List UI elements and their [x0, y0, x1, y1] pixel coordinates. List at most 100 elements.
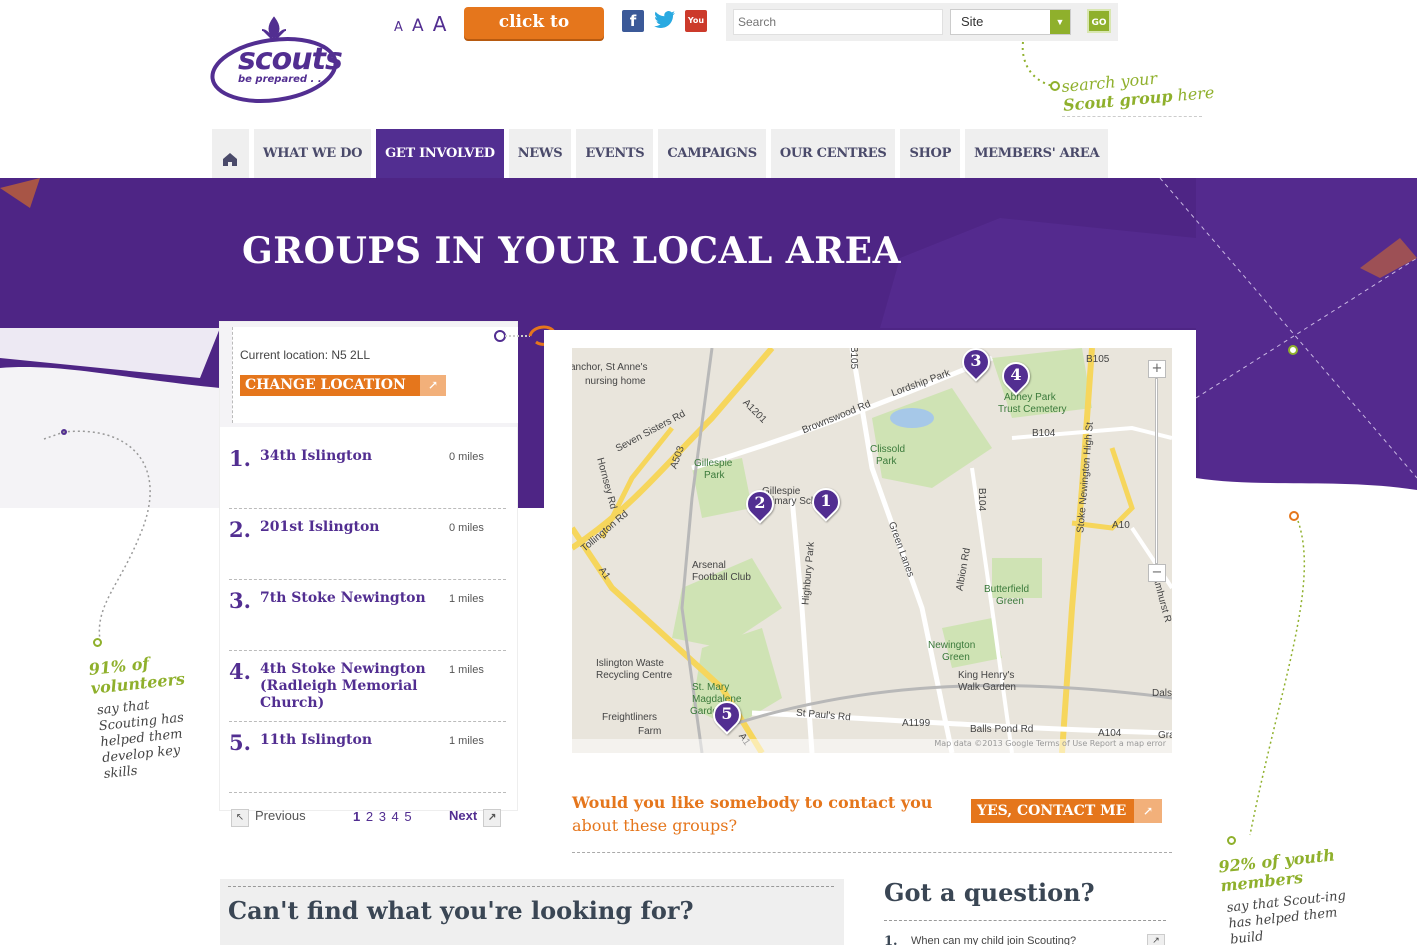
cant-find-heading: Can't find what you're looking for?: [228, 896, 694, 925]
right-dotted-trail: [1249, 511, 1306, 836]
map-marker-2[interactable]: 2: [740, 484, 780, 526]
map-label: Park: [876, 456, 897, 467]
result-name[interactable]: 7th Stoke Newington: [260, 590, 430, 607]
font-size-small[interactable]: A: [394, 20, 403, 35]
map-label: anchor, St Anne's: [572, 362, 648, 373]
nav-our-centres[interactable]: OUR CENTRES: [770, 129, 896, 182]
marker-number: 3: [970, 351, 982, 370]
result-distance: 0 miles: [449, 522, 484, 534]
stat-right-small: say that Scout-ing has helped them build: [1226, 888, 1347, 945]
search-group-note: search your Scout group here: [1061, 63, 1224, 115]
result-distance: 1 miles: [449, 664, 484, 676]
facebook-icon[interactable]: f: [622, 10, 644, 32]
nav-members-area[interactable]: MEMBERS' AREA: [965, 129, 1109, 182]
map-label: Trust Cemetery: [998, 404, 1067, 415]
change-location-label: CHANGE LOCATION: [245, 377, 406, 393]
nav-news[interactable]: NEWS: [508, 129, 572, 182]
list-item[interactable]: 5. 11th Islington 1 miles: [229, 722, 506, 793]
next-label: Next: [449, 808, 478, 823]
stat-dot: [1227, 836, 1236, 845]
map-label: Freightliners: [602, 712, 658, 723]
result-name[interactable]: 201st Islington: [260, 519, 430, 536]
site-scope-select[interactable]: Site ▼: [950, 9, 1071, 35]
logo-text: scouts: [238, 42, 343, 77]
map-label: nursing home: [585, 376, 646, 387]
location-box-rule: [232, 327, 233, 423]
marker-number: 5: [721, 704, 733, 723]
next-page-button[interactable]: Next ↗: [449, 808, 502, 827]
map-label: Recycling Centre: [596, 670, 673, 681]
result-number: 3.: [229, 588, 251, 613]
result-name[interactable]: 34th Islington: [260, 448, 430, 465]
nav-events[interactable]: EVENTS: [576, 129, 654, 182]
nav-get-involved[interactable]: GET INVOLVED: [376, 129, 504, 182]
other-pages[interactable]: 2 3 4 5: [366, 809, 413, 824]
map-label: King Henry's: [958, 670, 1015, 681]
scouts-logo[interactable]: scouts be prepared . . .: [210, 14, 350, 106]
map-marker-5[interactable]: 5: [707, 695, 747, 737]
result-name[interactable]: 4th Stoke Newington (Radleigh Memorial C…: [260, 661, 430, 712]
map-zoom-control: + −: [1148, 360, 1166, 582]
donate-button[interactable]: click to donate: [464, 7, 604, 62]
site-select-value: Site: [961, 14, 984, 29]
search-note-rest: here: [1171, 82, 1216, 106]
search-go-button[interactable]: GO: [1087, 9, 1111, 33]
chevron-down-icon: ▼: [1050, 10, 1070, 34]
list-item[interactable]: 1. 34th Islington 0 miles: [229, 438, 506, 509]
list-item[interactable]: 2. 201st Islington 0 miles: [229, 509, 506, 580]
page-numbers[interactable]: 1 2 3 4 5: [353, 809, 413, 824]
map-label: St. Mary: [692, 682, 730, 693]
map-label: Arsenal: [692, 560, 726, 571]
map-label: Farm: [638, 726, 662, 737]
groups-map[interactable]: anchor, St Anne's nursing home Seven Sis…: [572, 348, 1172, 753]
map-label: Football Club: [692, 572, 751, 583]
arrow-up-right-icon[interactable]: ↗: [1147, 934, 1165, 945]
map-label: Islington Waste: [596, 658, 664, 669]
arrow-up-right-icon: ↗: [483, 809, 502, 827]
faq-number: 1.: [884, 934, 898, 945]
font-size-large[interactable]: A: [433, 12, 447, 36]
arrow-up-right-icon: ↗: [1134, 799, 1162, 823]
list-item[interactable]: 4. 4th Stoke Newington (Radleigh Memoria…: [229, 651, 506, 722]
results-list: 1. 34th Islington 0 miles 2. 201st Islin…: [229, 438, 506, 793]
map-label: A10: [1112, 520, 1130, 531]
list-item[interactable]: 3. 7th Stoke Newington 1 miles: [229, 580, 506, 651]
zoom-in-button[interactable]: +: [1148, 360, 1166, 378]
font-size-medium[interactable]: A: [412, 16, 424, 36]
map-marker-1[interactable]: 1: [806, 482, 846, 524]
result-number: 1.: [229, 446, 251, 471]
contact-question-line1: Would you like somebody to contact you: [572, 793, 933, 812]
change-location-button[interactable]: CHANGE LOCATION ↗: [240, 375, 446, 396]
result-name[interactable]: 11th Islington: [260, 732, 430, 749]
nav-campaigns[interactable]: CAMPAIGNS: [658, 129, 766, 182]
map-label: B105: [848, 348, 860, 370]
nav-home[interactable]: [212, 129, 249, 182]
zoom-slider[interactable]: [1155, 378, 1158, 564]
map-marker-3[interactable]: 3: [956, 348, 996, 384]
map-attribution[interactable]: Map data ©2013 Google Terms of Use Repor…: [572, 739, 1172, 753]
stat-dot: [93, 638, 102, 647]
map-label: Balls Pond Rd: [970, 724, 1034, 735]
contact-question: Would you like somebody to contact you a…: [572, 791, 952, 837]
marker-number: 1: [820, 491, 832, 510]
nav-what-we-do[interactable]: WHAT WE DO: [254, 129, 372, 182]
faq-link[interactable]: When can my child join Scouting?: [911, 935, 1076, 945]
home-icon: [223, 153, 237, 166]
previous-page-button[interactable]: ↖ Previous: [231, 808, 306, 827]
font-size-switcher: A A A: [394, 12, 450, 36]
result-distance: 0 miles: [449, 451, 484, 463]
contact-me-button[interactable]: YES, CONTACT ME ↗: [971, 799, 1162, 823]
map-label: Walk Garden: [958, 682, 1016, 693]
divider: [228, 886, 834, 887]
result-number: 4.: [229, 659, 251, 684]
nav-shop[interactable]: SHOP: [900, 129, 961, 182]
map-marker-4[interactable]: 4: [996, 356, 1036, 398]
twitter-icon[interactable]: [654, 10, 676, 32]
marker-number: 4: [1010, 365, 1022, 384]
youth-stat: 92% of youth members say that Scout-ing …: [1218, 843, 1367, 945]
youtube-icon[interactable]: You Tube: [685, 10, 707, 47]
map-label: B104: [976, 487, 988, 512]
search-input[interactable]: [733, 9, 943, 35]
map-label: Green: [996, 596, 1024, 607]
zoom-out-button[interactable]: −: [1148, 564, 1166, 582]
